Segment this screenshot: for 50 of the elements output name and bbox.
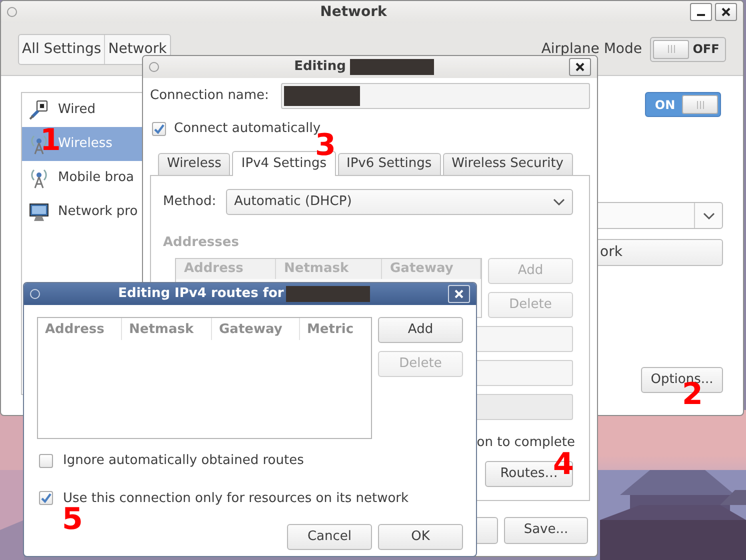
connection-name-label: Connection name: — [150, 87, 269, 106]
button[interactable]: Add — [378, 317, 463, 343]
button[interactable]: Cancel — [287, 524, 372, 550]
window-menu-icon[interactable] — [7, 7, 17, 17]
tab[interactable]: IPv6 Settings — [338, 152, 441, 174]
checkbox[interactable] — [39, 454, 53, 468]
minimize-icon — [697, 14, 705, 16]
button[interactable]: OK — [378, 524, 463, 550]
plug-icon — [28, 99, 50, 121]
chevron-down-icon — [553, 198, 565, 206]
breadcrumb-button[interactable]: All Settings — [19, 34, 104, 64]
checkbox[interactable] — [152, 122, 166, 136]
method-dropdown[interactable]: Automatic (DHCP) — [226, 188, 573, 214]
connection-name-field[interactable] — [280, 83, 590, 109]
section-label: Addresses — [163, 234, 240, 252]
tab[interactable]: Wireless Security — [442, 152, 573, 174]
close-button[interactable] — [569, 58, 591, 76]
dialog-title: Editing IPv4 routes for — [118, 285, 284, 304]
close-icon — [575, 62, 585, 72]
antenna-icon — [28, 167, 50, 189]
airplane-mode-label: Airplane Mode — [541, 40, 642, 58]
column-header: Gateway — [212, 318, 300, 340]
chevron-down-icon — [702, 212, 714, 220]
close-button[interactable] — [715, 3, 737, 21]
checkbox[interactable] — [39, 491, 53, 506]
column-header: Address — [176, 259, 276, 279]
device-name: Wired — [58, 101, 96, 120]
column-header: Netmask — [276, 259, 382, 279]
method-label: Method: — [163, 192, 216, 211]
column-header: Gateway — [382, 259, 481, 279]
column-header: Metric — [306, 321, 355, 339]
monitor-icon — [28, 201, 50, 223]
checkbox-label: Use this connection only for resources on its network — [63, 490, 409, 507]
close-icon — [721, 7, 731, 17]
window-menu-icon[interactable] — [149, 62, 159, 72]
button[interactable]: Save... — [504, 516, 588, 544]
tab[interactable]: Wireless — [158, 152, 230, 174]
device-name: Mobile broa — [58, 169, 134, 188]
close-icon — [454, 289, 464, 299]
dialog-title: Editing — [294, 58, 346, 76]
device-name: Wireless — [58, 136, 112, 154]
option-text: on to complete — [476, 434, 575, 452]
minimize-button[interactable] — [690, 3, 712, 21]
device-name: Network pro — [58, 203, 138, 222]
column-header: Address — [38, 318, 122, 340]
window-title: Network — [319, 2, 388, 22]
checkbox-label: Ignore automatically obtained routes — [63, 452, 304, 470]
column-header: Netmask — [122, 318, 212, 340]
toggle-switch[interactable]: OFF — [650, 36, 726, 62]
annotation-number: 5 — [62, 505, 83, 535]
